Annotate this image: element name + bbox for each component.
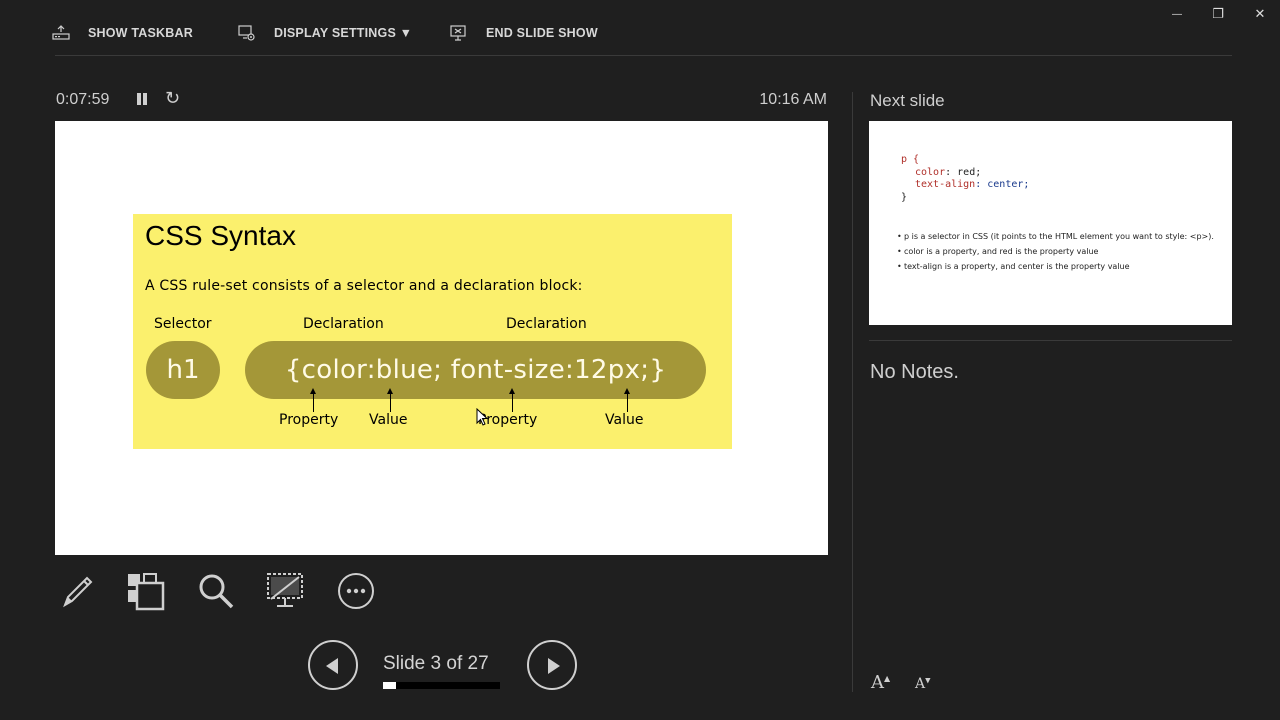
end-slide-show-button[interactable]: END SLIDE SHOW: [450, 24, 598, 42]
bullet-item: color is a property, and red is the prop…: [897, 246, 1217, 257]
minimize-button[interactable]: —: [1162, 4, 1192, 24]
black-screen-icon: [267, 573, 303, 607]
grid-icon: [128, 573, 165, 611]
value-arrow-2: [624, 388, 630, 412]
more-icon: [338, 573, 374, 609]
zoom-button[interactable]: [195, 570, 237, 612]
value-arrow-1: [387, 388, 393, 412]
code-line-3: text-align: center;: [915, 179, 1029, 190]
next-slide-bullets: p is a selector in CSS (it points to the…: [897, 231, 1217, 276]
show-taskbar-button[interactable]: SHOW TASKBAR: [52, 24, 193, 42]
taskbar-icon: [52, 24, 70, 42]
increase-font-icon: A: [871, 672, 884, 693]
selector-label: Selector: [154, 316, 212, 332]
next-arrow-icon: [548, 658, 560, 674]
slide-counter: Slide 3 of 27: [383, 653, 489, 674]
increase-font-button[interactable]: A▲: [871, 672, 890, 693]
selector-pill: h1: [146, 341, 220, 399]
display-settings-label: DISPLAY SETTINGS ▼: [274, 26, 413, 40]
current-slide[interactable]: CSS Syntax A CSS rule-set consists of a …: [55, 121, 828, 555]
value-label-1: Value: [369, 412, 408, 428]
property-label-1: Property: [279, 412, 339, 428]
previous-slide-button[interactable]: [308, 640, 358, 690]
end-slide-show-label: END SLIDE SHOW: [486, 26, 598, 40]
speaker-notes: No Notes.: [870, 361, 959, 383]
property-arrow-1: [310, 388, 316, 412]
value-label-2: Value: [605, 412, 644, 428]
property-arrow-2: [509, 388, 515, 412]
code-line-2-value: : red;: [945, 167, 982, 178]
minimize-icon: —: [1172, 8, 1182, 20]
declaration-label-2: Declaration: [506, 316, 587, 332]
mouse-cursor-icon: [476, 408, 488, 426]
restart-icon: ↻: [165, 88, 181, 108]
panel-divider: [852, 92, 853, 692]
see-all-slides-button[interactable]: [124, 570, 166, 612]
slide-title: CSS Syntax: [145, 220, 296, 251]
notes-divider: [869, 340, 1232, 341]
slide-progress-bar: [383, 682, 500, 689]
more-options-button[interactable]: [335, 570, 377, 612]
slide-description: A CSS rule-set consists of a selector an…: [145, 278, 583, 294]
restart-timer-button[interactable]: ↻: [165, 88, 185, 110]
pause-icon-bar: [143, 93, 147, 105]
end-show-icon: [450, 24, 468, 42]
code-line-3-value: : center;: [975, 179, 1030, 190]
magnifier-icon: [199, 574, 234, 609]
elapsed-timer: 0:07:59: [56, 91, 110, 108]
current-time: 10:16 AM: [759, 91, 827, 108]
toolbar-divider: [55, 55, 1232, 56]
pen-icon: [63, 576, 93, 608]
code-line-2-property: color: [915, 167, 946, 178]
code-line-3-property: text-align: [915, 179, 976, 190]
next-slide-button[interactable]: [527, 640, 577, 690]
next-slide-heading: Next slide: [870, 91, 945, 110]
bullet-item: text-align is a property, and center is …: [897, 261, 1217, 272]
pen-tool-button[interactable]: [56, 570, 98, 612]
pause-icon: [137, 93, 141, 105]
pause-timer-button[interactable]: [134, 91, 150, 109]
decrease-font-icon: A: [915, 676, 926, 692]
code-line-4: }: [901, 192, 908, 203]
declaration-label-1: Declaration: [303, 316, 384, 332]
black-screen-button[interactable]: [264, 570, 306, 612]
previous-arrow-icon: [326, 658, 338, 674]
next-slide-preview[interactable]: p { color: red; text-align: center; } p …: [869, 121, 1232, 325]
bullet-item: p is a selector in CSS (it points to the…: [897, 231, 1217, 242]
code-line-2: color: red;: [915, 167, 981, 178]
restore-button[interactable]: ❐: [1203, 4, 1233, 24]
show-taskbar-label: SHOW TASKBAR: [88, 26, 193, 40]
decrease-font-button[interactable]: A▼: [915, 676, 931, 692]
close-window-button[interactable]: ✕: [1245, 4, 1275, 24]
display-settings-icon: [238, 24, 256, 42]
css-syntax-card: CSS Syntax A CSS rule-set consists of a …: [133, 214, 732, 449]
code-line-1: p {: [901, 154, 920, 165]
restore-icon: ❐: [1212, 6, 1224, 21]
slide-progress-fill: [383, 682, 396, 689]
presenter-toolbar: SHOW TASKBAR DISPLAY SETTINGS ▼ END SLID…: [0, 0, 1280, 56]
close-icon: ✕: [1254, 6, 1266, 21]
display-settings-button[interactable]: DISPLAY SETTINGS ▼: [238, 24, 412, 42]
